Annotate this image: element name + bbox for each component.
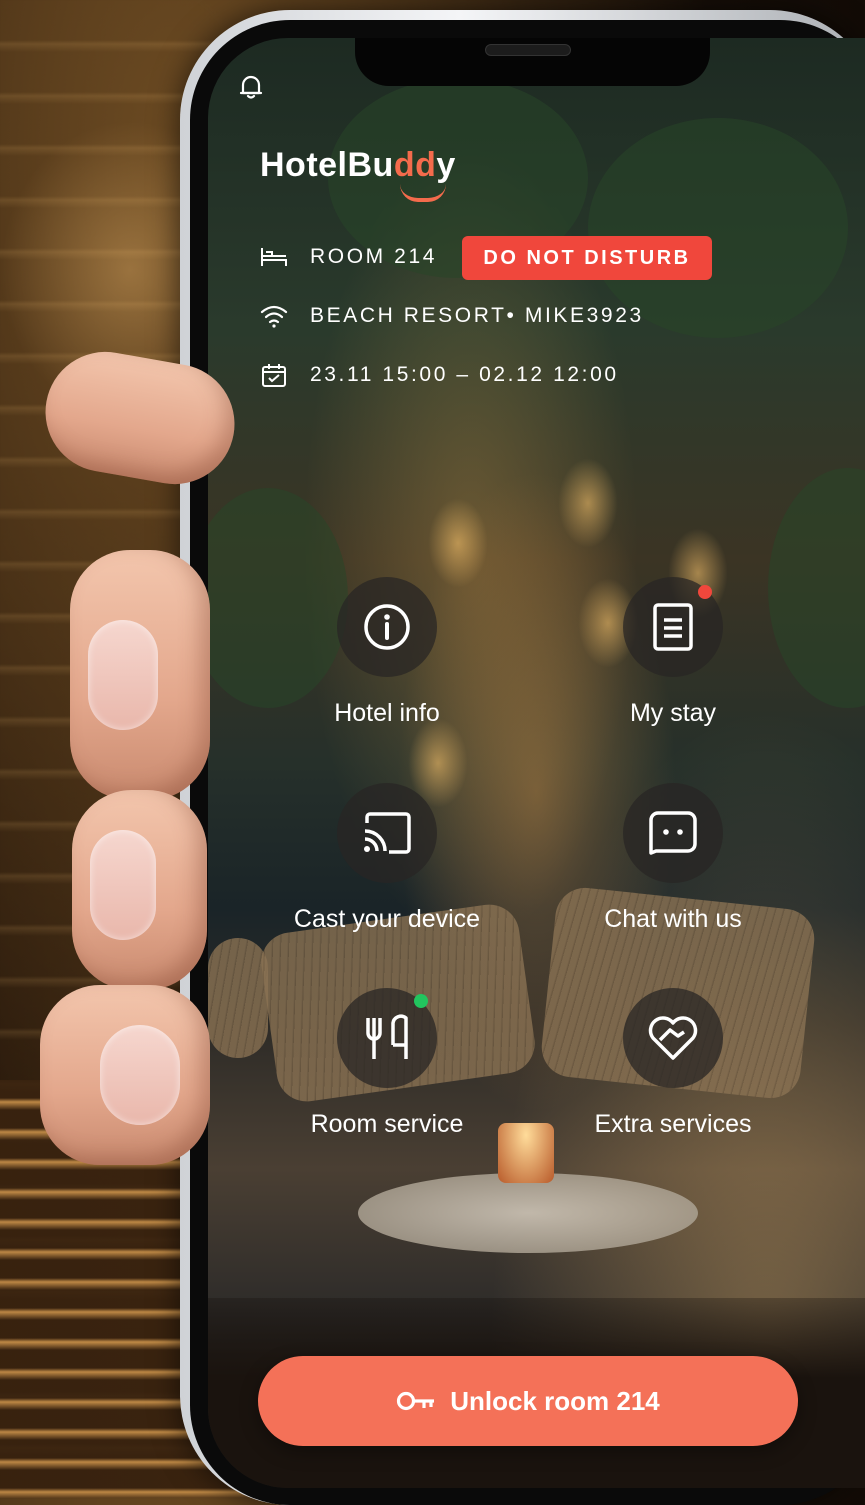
tile-label: My stay [629, 699, 717, 727]
logo-text-suffix: y [436, 146, 456, 184]
key-icon [396, 1390, 436, 1412]
fingernail [100, 1025, 180, 1125]
garden-light [428, 498, 488, 588]
phone-speaker [485, 44, 571, 56]
fingernail [90, 830, 156, 940]
wifi-row: BEACH RESORT• MIKE3923 [260, 302, 644, 330]
dates-label: 23.11 15:00 – 02.12 12:00 [310, 363, 619, 386]
calendar-icon [260, 361, 288, 389]
status-badge [414, 994, 428, 1008]
table [358, 1173, 698, 1253]
room-row: ROOM 214 [260, 243, 437, 271]
wifi-icon [260, 302, 288, 330]
tile-cast-device[interactable]: Cast your device [277, 783, 497, 963]
tile-label: Extra services [594, 1110, 752, 1138]
finger [70, 550, 210, 800]
bell-icon[interactable] [236, 72, 266, 102]
notification-badge [698, 585, 712, 599]
fingernail [88, 620, 158, 730]
tile-extra-services[interactable]: Extra services [563, 988, 783, 1168]
tile-room-service[interactable]: Room service [277, 988, 497, 1168]
tile-hotel-info[interactable]: Hotel info [277, 577, 497, 757]
garden-light [558, 458, 618, 548]
chat-icon[interactable] [623, 783, 723, 883]
unlock-room-button[interactable]: Unlock room 214 [258, 1356, 798, 1446]
logo-text-prefix: HotelBu [260, 146, 394, 184]
unlock-label: Unlock room 214 [450, 1385, 660, 1416]
tile-label: Room service [310, 1110, 464, 1138]
tile-label: Chat with us [604, 905, 742, 933]
finger [72, 790, 207, 990]
bed-icon [260, 243, 288, 271]
wifi-label: BEACH RESORT• MIKE3923 [310, 304, 644, 327]
tile-chat[interactable]: Chat with us [563, 783, 783, 963]
cast-icon[interactable] [337, 783, 437, 883]
tile-label: Hotel info [334, 699, 440, 727]
dates-row: 23.11 15:00 – 02.12 12:00 [260, 361, 619, 389]
tile-my-stay[interactable]: My stay [563, 577, 783, 757]
finger [40, 985, 210, 1165]
logo-text-accent: dd [393, 146, 437, 184]
heart-handshake-icon[interactable] [623, 988, 723, 1088]
do-not-disturb-button[interactable]: DO NOT DISTURB [462, 236, 712, 280]
app-logo: HotelBuddy [260, 146, 456, 185]
room-label: ROOM 214 [310, 245, 437, 268]
cushion [208, 938, 268, 1058]
tile-label: Cast your device [293, 905, 481, 933]
info-icon[interactable] [337, 577, 437, 677]
